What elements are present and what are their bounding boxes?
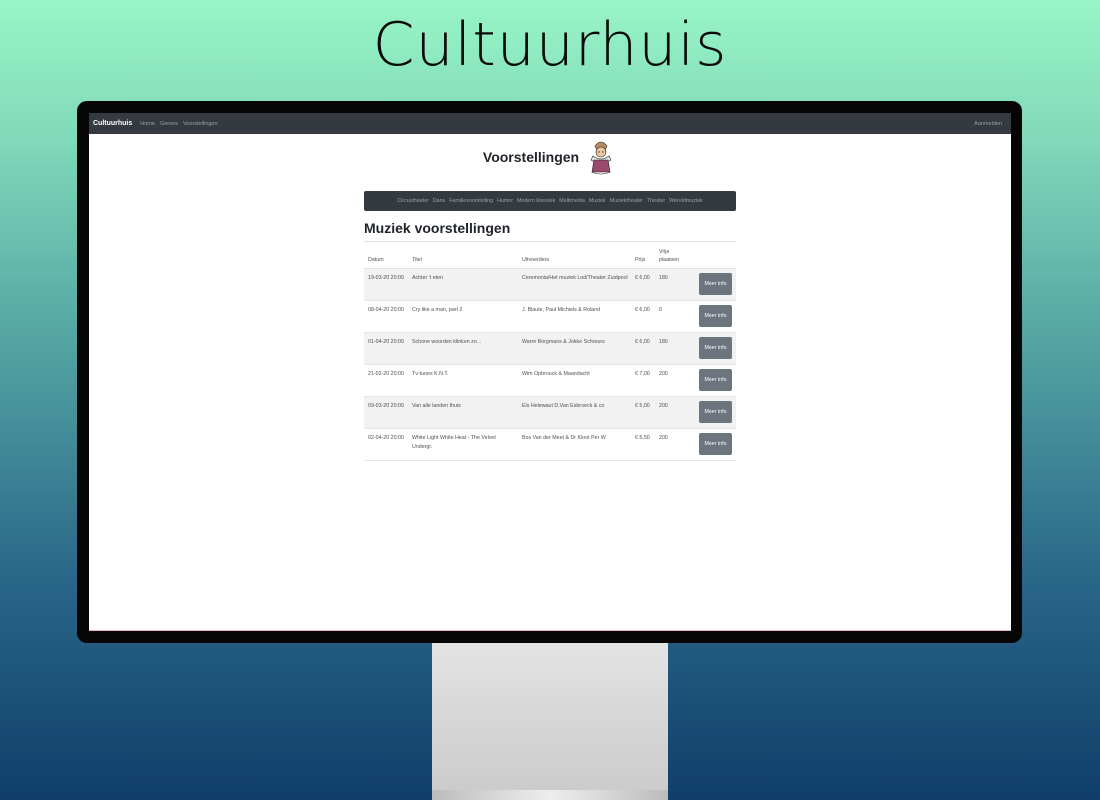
- cell-uitvoerders: Warre Borgmans & Jokke Schreurs: [522, 339, 605, 345]
- monitor-stand: [432, 642, 668, 800]
- table-header: Datum Titel Uitvoerders Prijs Vrije plaa…: [364, 241, 736, 269]
- cell-titel: White Light White Heat - The Velvet Unde…: [412, 435, 496, 450]
- table-row: 01-04-20 20:00 Schone woorden klinken zo…: [364, 333, 736, 365]
- page-heading-row: Voorstellingen: [89, 137, 1011, 177]
- cell-uitvoerders: Bos Van der Meet & Dr Kloot Per W: [522, 435, 606, 441]
- cell-vrije-plaatsen: 180: [659, 275, 668, 281]
- cell-prijs: € 6,00: [635, 275, 650, 281]
- page-title: Voorstellingen: [482, 149, 580, 165]
- cell-titel: Achter 't eten: [412, 275, 444, 281]
- table-row: 08-04-20 20:00 Cry like a man, part 2 J.…: [364, 301, 736, 333]
- top-navbar: Cultuurhuis Home Genres Voorstellingen A…: [89, 113, 1011, 134]
- meer-info-button[interactable]: Meer info: [699, 305, 732, 327]
- cell-titel: Schone woorden klinken zo...: [412, 339, 482, 345]
- hero-title: Cultuurhuis: [372, 10, 728, 80]
- browser-viewport: Cultuurhuis Home Genres Voorstellingen A…: [89, 113, 1011, 631]
- table-row: 09-03-20 20:00 Van alle landen thuis Els…: [364, 397, 736, 429]
- genre-navbar: Circustheater Dans Familievoorstelling H…: [364, 191, 736, 211]
- cell-vrije-plaatsen: 200: [659, 435, 668, 441]
- cell-uitvoerders: Els Helewaut D.Van Esbroeck & co: [522, 403, 605, 409]
- table-row: 19-03-20 20:00 Achter 't eten Ceremonia/…: [364, 269, 736, 301]
- header-titel: Titel: [412, 257, 422, 263]
- jester-mascot-icon: [590, 141, 612, 175]
- cell-datum: 21-02-20 20:00: [368, 371, 404, 377]
- cell-titel: Van alle landen thuis: [412, 403, 461, 409]
- cell-datum: 09-03-20 20:00: [368, 403, 404, 409]
- genre-link-wereldmuziek[interactable]: Wereldmuziek: [669, 198, 702, 204]
- meer-info-button[interactable]: Meer info: [699, 337, 732, 359]
- cell-datum: 02-04-20 20:00: [368, 435, 404, 441]
- cell-uitvoerders: Wim Opbrouck & Maandacht: [522, 371, 590, 377]
- cell-datum: 19-03-20 20:00: [368, 275, 404, 281]
- meer-info-button[interactable]: Meer info: [699, 273, 732, 295]
- genre-link-dans[interactable]: Dans: [433, 198, 445, 204]
- cell-vrije-plaatsen: 200: [659, 371, 668, 377]
- cell-prijs: € 7,00: [635, 371, 650, 377]
- screen-bottom-edge: [89, 630, 1011, 631]
- cell-uitvoerders: J. Blaute, Paul Michiels & Roland: [522, 307, 601, 313]
- performances-table: Datum Titel Uitvoerders Prijs Vrije plaa…: [364, 241, 736, 461]
- nav-link-aanmelden[interactable]: Aanmelden: [974, 121, 1002, 127]
- cell-vrije-plaatsen: 200: [659, 403, 668, 409]
- header-vrije-plaatsen: Vrije plaatsen: [659, 249, 680, 263]
- genre-link-muziek[interactable]: Muziek: [589, 198, 606, 204]
- cell-uitvoerders: Ceremonia/Het muziek Lod/Theater Zuidpoo…: [522, 275, 628, 281]
- genre-link-modern-klassiek[interactable]: Modern klassiek: [517, 198, 555, 204]
- nav-link-home[interactable]: Home: [140, 121, 155, 127]
- genre-link-multimedia[interactable]: Multimedia: [559, 198, 585, 204]
- genre-link-humor[interactable]: Humor: [497, 198, 513, 204]
- section-title: Muziek voorstellingen: [364, 220, 511, 236]
- table-row: 21-02-20 20:00 Tv-tunes K.N.T. Wim Opbro…: [364, 365, 736, 397]
- genre-link-theater[interactable]: Theater: [647, 198, 665, 204]
- meer-info-button[interactable]: Meer info: [699, 433, 732, 455]
- nav-link-voorstellingen[interactable]: Voorstellingen: [183, 121, 218, 127]
- cell-titel: Cry like a man, part 2: [412, 307, 463, 313]
- genre-link-circustheater[interactable]: Circustheater: [397, 198, 429, 204]
- header-prijs: Prijs: [635, 257, 646, 263]
- cell-titel: Tv-tunes K.N.T.: [412, 371, 449, 377]
- meer-info-button[interactable]: Meer info: [699, 369, 732, 391]
- cell-prijs: € 5,00: [635, 403, 650, 409]
- cell-prijs: € 6,00: [635, 307, 650, 313]
- cell-datum: 08-04-20 20:00: [368, 307, 404, 313]
- cell-vrije-plaatsen: 180: [659, 339, 668, 345]
- cell-prijs: € 5,50: [635, 435, 650, 441]
- header-datum: Datum: [368, 257, 384, 263]
- table-row: 02-04-20 20:00 White Light White Heat - …: [364, 429, 736, 461]
- nav-link-genres[interactable]: Genres: [160, 121, 178, 127]
- header-uitvoerders: Uitvoerders: [522, 257, 550, 263]
- cell-datum: 01-04-20 20:00: [368, 339, 404, 345]
- genre-link-familievoorstelling[interactable]: Familievoorstelling: [449, 198, 493, 204]
- cell-prijs: € 6,00: [635, 339, 650, 345]
- genre-link-muziektheater[interactable]: Muziektheater: [610, 198, 643, 204]
- navbar-brand[interactable]: Cultuurhuis: [93, 120, 132, 127]
- cell-vrije-plaatsen: 0: [659, 307, 662, 313]
- meer-info-button[interactable]: Meer info: [699, 401, 732, 423]
- monitor-frame: Cultuurhuis Home Genres Voorstellingen A…: [77, 101, 1022, 643]
